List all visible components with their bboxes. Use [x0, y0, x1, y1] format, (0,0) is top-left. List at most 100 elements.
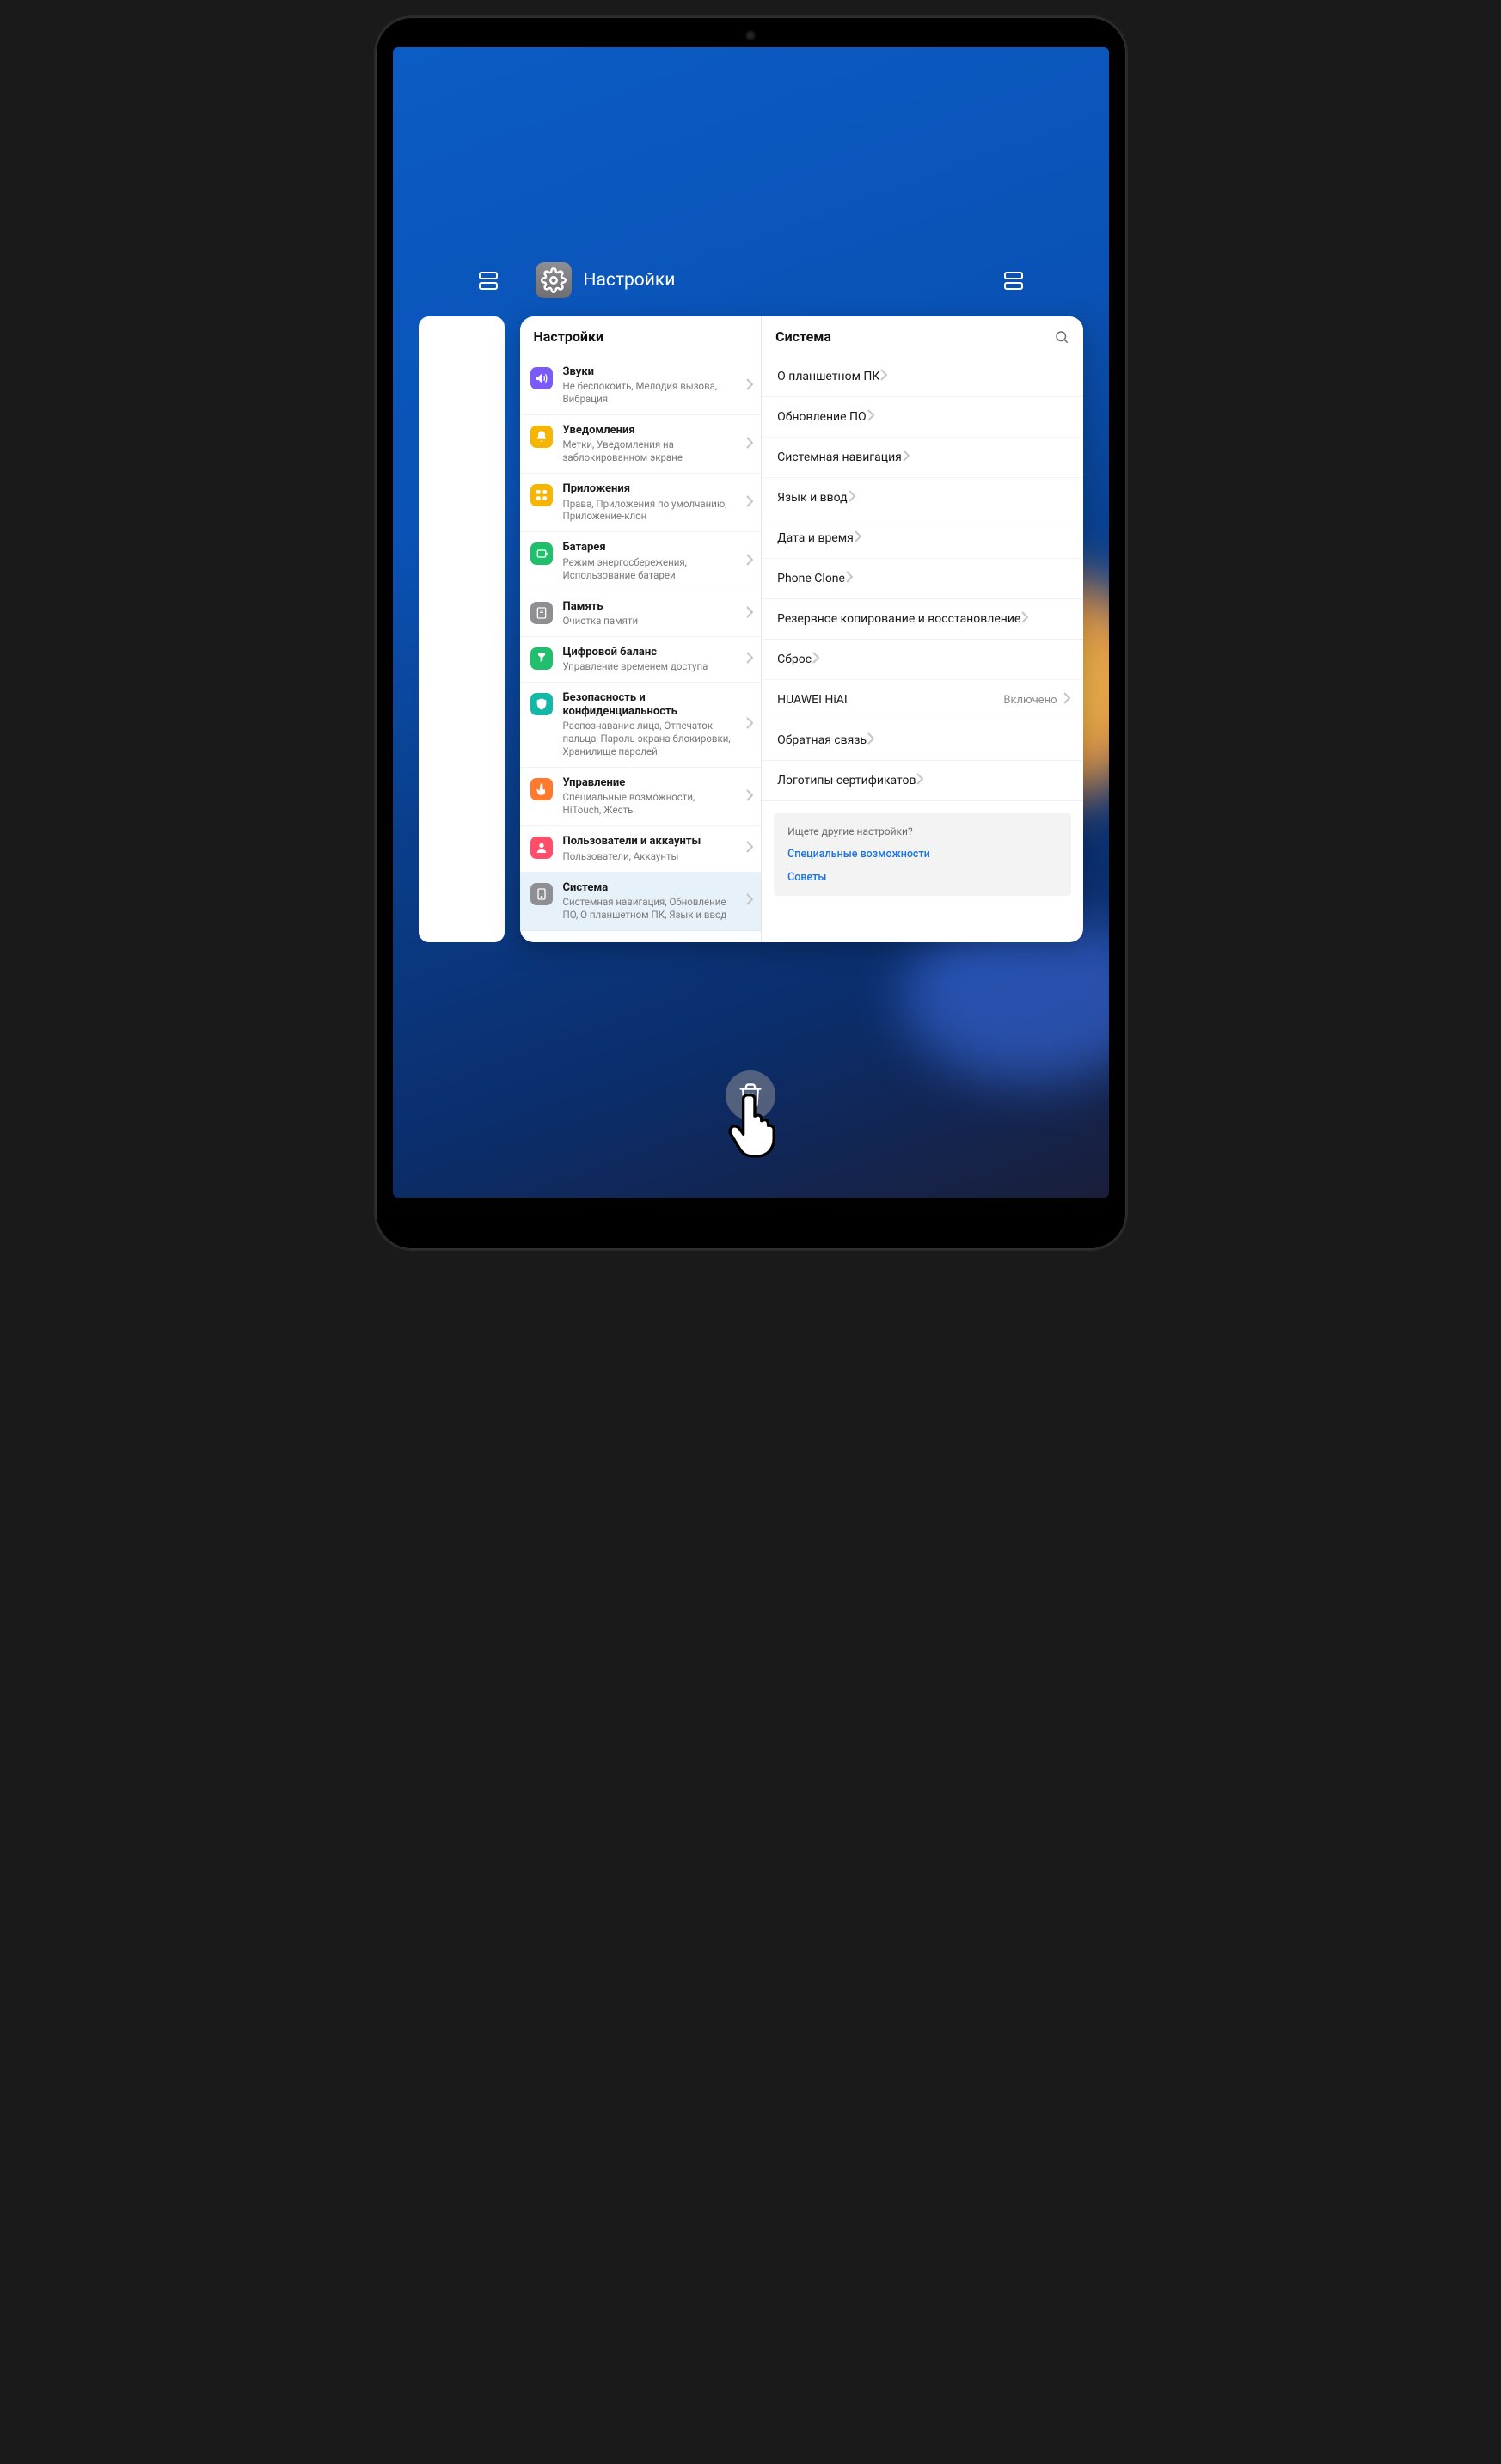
- chevron-right-icon: [879, 369, 888, 384]
- link-accessibility[interactable]: Специальные возможности: [787, 848, 1057, 861]
- settings-item-battery[interactable]: БатареяРежим энергосбережения, Использов…: [520, 532, 762, 591]
- apps-icon: [530, 484, 553, 506]
- settings-item-title: Звуки: [563, 365, 736, 379]
- settings-item-apps[interactable]: Приложения Права, Приложения по умолчанию…: [520, 474, 762, 532]
- system-row-label: Язык и ввод: [777, 491, 847, 505]
- recents-bar: Настройки: [393, 262, 1109, 298]
- chevron-right-icon: [745, 495, 754, 511]
- system-row[interactable]: Сброс: [762, 640, 1082, 679]
- chevron-right-icon: [812, 652, 820, 667]
- system-row-label: Phone Clone: [777, 572, 845, 585]
- settings-item-sub: Системная навигация, Обновление ПО, О пл…: [563, 896, 736, 922]
- settings-item-sub: Не беспокоить, Мелодия вызова, Вибрация: [563, 380, 736, 406]
- settings-item-sub: Очистка памяти: [563, 615, 736, 628]
- chevron-right-icon: [916, 773, 924, 788]
- system-row-label: Логотипы сертификатов: [777, 774, 916, 788]
- chevron-right-icon: [902, 450, 910, 465]
- system-row-label: HUAWEI HiAI: [777, 693, 848, 707]
- system-row[interactable]: Дата и время: [762, 518, 1082, 558]
- battery-icon: [530, 542, 553, 565]
- screen: Настройки Настройки ЗвукиНе беспокоить, …: [393, 47, 1109, 1198]
- settings-item-title: Приложения: [563, 482, 736, 496]
- clear-all-button[interactable]: [726, 1070, 775, 1120]
- chevron-right-icon: [867, 732, 875, 748]
- settings-item-sub: Распознавание лица, Отпечаток пальца, Па…: [563, 720, 736, 758]
- system-row[interactable]: О планшетном ПК: [762, 357, 1082, 397]
- settings-item-users[interactable]: Пользователи и аккаунтыПользователи, Акк…: [520, 826, 762, 872]
- settings-item-sound[interactable]: ЗвукиНе беспокоить, Мелодия вызова, Вибр…: [520, 357, 762, 415]
- system-row[interactable]: Обратная связь: [762, 720, 1082, 761]
- settings-item-sub: Пользователи, Аккаунты: [563, 850, 736, 863]
- settings-header: Настройки: [520, 316, 762, 357]
- recent-card-prev[interactable]: [419, 316, 505, 942]
- more-settings-box: Ищете другие настройки? Специальные возм…: [774, 813, 1070, 896]
- settings-item-title: Уведомления: [563, 424, 736, 438]
- chevron-right-icon: [745, 606, 754, 622]
- link-tips[interactable]: Советы: [787, 871, 1057, 884]
- settings-item-sub: Специальные возможности, HiTouch, Жесты: [563, 791, 736, 817]
- chevron-right-icon: [745, 378, 754, 394]
- storage-icon: [530, 602, 553, 624]
- settings-item-storage[interactable]: ПамятьОчистка памяти: [520, 591, 762, 637]
- recent-card-settings[interactable]: Настройки ЗвукиНе беспокоить, Мелодия вы…: [520, 316, 1083, 942]
- security-icon: [530, 693, 553, 715]
- system-row-value: Включено: [1003, 694, 1062, 707]
- chevron-right-icon: [745, 437, 754, 452]
- system-row-label: Дата и время: [777, 531, 854, 545]
- split-right-icon[interactable]: [1004, 272, 1023, 290]
- chevron-right-icon: [745, 554, 754, 569]
- system-row[interactable]: Обновление ПО: [762, 397, 1082, 437]
- settings-item-sub: Режим энергосбережения, Использование ба…: [563, 556, 736, 582]
- settings-item-notif[interactable]: УведомленияМетки, Уведомления на заблоки…: [520, 415, 762, 474]
- system-row[interactable]: Логотипы сертификатов: [762, 761, 1082, 801]
- chevron-right-icon: [745, 652, 754, 667]
- chevron-right-icon: [867, 409, 875, 425]
- system-header: Система: [775, 328, 831, 345]
- chevron-right-icon: [745, 841, 754, 856]
- settings-item-sub: Метки, Уведомления на заблокированном эк…: [563, 438, 736, 464]
- app-title: Настройки: [584, 270, 676, 291]
- system-row-label: Сброс: [777, 653, 812, 666]
- system-row-label: Резервное копирование и восстановление: [777, 612, 1020, 626]
- system-row-label: Системная навигация: [777, 451, 902, 464]
- settings-item-system[interactable]: СистемаСистемная навигация, Обновление П…: [520, 873, 762, 931]
- settings-item-title: Цифровой баланс: [563, 646, 736, 659]
- split-left-icon[interactable]: [479, 272, 498, 290]
- search-icon[interactable]: [1054, 329, 1069, 345]
- settings-item-sub: Права, Приложения по умолчанию, Приложен…: [563, 498, 736, 524]
- gesture-icon: [530, 778, 553, 800]
- settings-item-title: Батарея: [563, 541, 736, 555]
- settings-item-title: Безопасность и конфиденциальность: [563, 691, 736, 720]
- balance-icon: [530, 647, 553, 670]
- chevron-right-icon: [848, 490, 856, 506]
- chevron-right-icon: [745, 789, 754, 805]
- settings-item-title: Система: [563, 881, 736, 895]
- system-row-label: О планшетном ПК: [777, 370, 879, 383]
- system-row[interactable]: Язык и ввод: [762, 478, 1082, 518]
- settings-pane: Настройки ЗвукиНе беспокоить, Мелодия вы…: [520, 316, 763, 942]
- settings-item-balance[interactable]: Цифровой балансУправление временем досту…: [520, 637, 762, 683]
- sound-icon: [530, 367, 553, 389]
- system-row[interactable]: Резервное копирование и восстановление: [762, 599, 1082, 640]
- settings-item-sub: Управление временем доступа: [563, 660, 736, 673]
- settings-item-title: Управление: [563, 776, 736, 790]
- system-pane: Система О планшетном ПК Обновление ПО Сист…: [762, 316, 1082, 942]
- chevron-right-icon: [854, 530, 862, 546]
- users-icon: [530, 837, 553, 859]
- system-row[interactable]: Phone Clone: [762, 559, 1082, 599]
- system-icon: [530, 883, 553, 905]
- settings-item-gesture[interactable]: УправлениеСпециальные возможности, HiTou…: [520, 768, 762, 826]
- chevron-right-icon: [745, 893, 754, 909]
- system-row[interactable]: HUAWEI HiAI Включено: [762, 680, 1082, 720]
- settings-item-title: Память: [563, 600, 736, 614]
- system-row-label: Обратная связь: [777, 733, 867, 747]
- settings-item-title: Пользователи и аккаунты: [563, 835, 736, 849]
- chevron-right-icon: [845, 571, 854, 586]
- chevron-right-icon: [1063, 692, 1071, 708]
- system-row[interactable]: Системная навигация: [762, 438, 1082, 477]
- settings-app-icon[interactable]: [536, 262, 572, 298]
- system-row-label: Обновление ПО: [777, 410, 867, 424]
- settings-item-security[interactable]: Безопасность и конфиденциальностьРаспозн…: [520, 683, 762, 768]
- chevron-right-icon: [745, 717, 754, 732]
- more-prompt: Ищете другие настройки?: [787, 825, 1057, 837]
